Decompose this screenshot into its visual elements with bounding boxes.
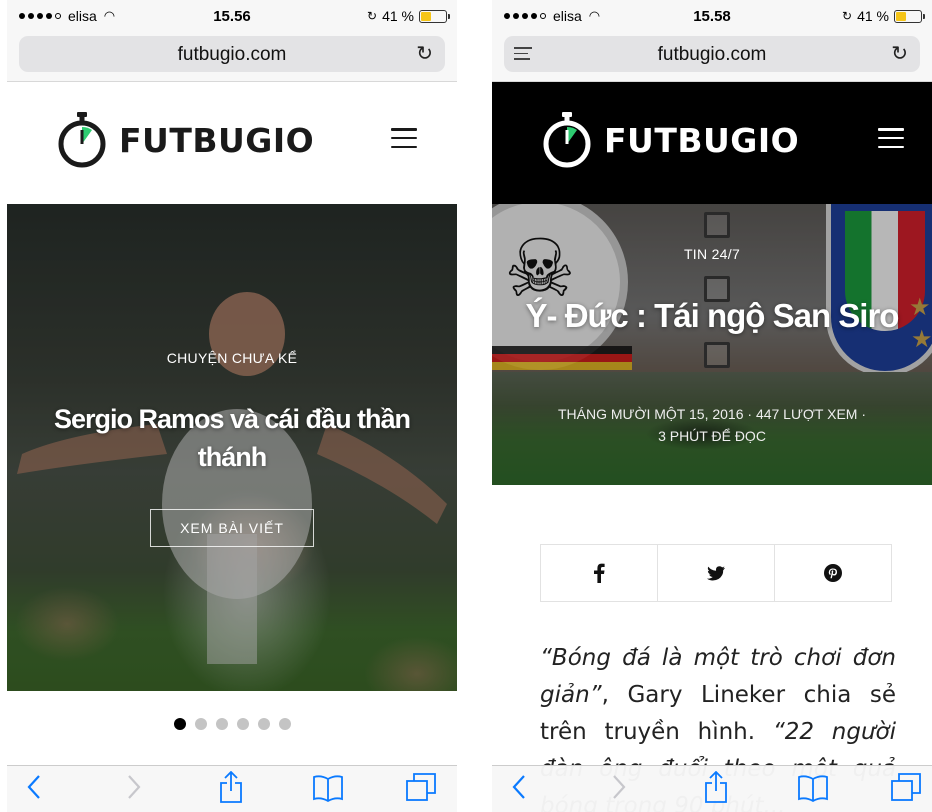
battery-percent: 41 %	[382, 8, 414, 24]
carousel-dot[interactable]	[257, 718, 270, 730]
tabs-icon	[406, 773, 436, 801]
menu-line	[878, 145, 904, 148]
article-category[interactable]: TIN 24/7	[492, 246, 932, 262]
address-bar[interactable]: futbugio.com ↻	[504, 36, 920, 72]
menu-line	[391, 136, 417, 140]
stopwatch-logo-icon	[543, 112, 591, 168]
forward-button[interactable]	[612, 774, 626, 800]
menu-line	[391, 128, 417, 131]
hamburger-menu-button[interactable]	[391, 128, 417, 148]
phone-screen-left: elisa ◠ 15.56 ↻ 41 % futbugio.com ↻ FUTB…	[7, 0, 457, 812]
site-logo[interactable]: FUTBUGIO	[540, 112, 799, 168]
rotation-lock-icon: ↻	[842, 9, 853, 23]
read-article-button[interactable]: XEM BÀI VIẾT	[150, 509, 314, 547]
image-placeholder-icon	[704, 342, 730, 368]
share-twitter-button[interactable]	[658, 545, 775, 601]
article-meta-line: 3 PHÚT ĐỂ ĐỌC	[658, 428, 766, 444]
book-icon	[313, 775, 343, 802]
chevron-left-icon	[27, 775, 40, 799]
menu-line	[878, 136, 904, 140]
back-button[interactable]	[27, 774, 41, 800]
address-url: futbugio.com	[177, 44, 287, 65]
browser-address-area: futbugio.com ↻	[7, 34, 457, 82]
status-bar: elisa ◠ 15.58 ↻ 41 %	[492, 0, 932, 34]
browser-address-area: futbugio.com ↻	[492, 34, 932, 82]
battery-percent: 41 %	[857, 8, 889, 24]
featured-slide[interactable]: CHUYỆN CHƯA KỂ Sergio Ramos và cái đầu t…	[7, 204, 457, 691]
facebook-icon	[594, 563, 605, 583]
article-meta-line: THÁNG MƯỜI MỘT 15, 2016 · 447 LƯỢT XEM ·	[557, 406, 867, 422]
status-bar: elisa ◠ 15.56 ↻ 41 %	[7, 0, 457, 34]
article-title: Ý- Đức : Tái ngộ San Siro	[525, 297, 900, 334]
address-url: futbugio.com	[657, 44, 767, 65]
tabs-icon	[891, 773, 921, 801]
hamburger-menu-button[interactable]	[878, 128, 904, 148]
bookmarks-button[interactable]	[797, 774, 829, 802]
site-header: FUTBUGIO	[492, 82, 932, 204]
share-icon	[705, 771, 727, 803]
article-meta: THÁNG MƯỜI MỘT 15, 2016 · 447 LƯỢT XEM ·…	[512, 403, 912, 447]
back-button[interactable]	[512, 774, 526, 800]
rotation-lock-icon: ↻	[367, 9, 378, 23]
carousel-dot[interactable]	[173, 718, 186, 730]
slide-category[interactable]: CHUYỆN CHƯA KỂ	[7, 350, 457, 366]
share-icon	[220, 771, 242, 803]
forward-button[interactable]	[127, 774, 141, 800]
phone-screen-right: elisa ◠ 15.58 ↻ 41 % futbugio.com ↻ FUTB…	[492, 0, 932, 812]
article-hero: ☠ ★ ★ TIN 24/7 Ý- Đức : Tái ngộ San Siro…	[492, 204, 932, 485]
battery-icon	[894, 9, 925, 23]
reload-icon[interactable]: ↻	[891, 41, 908, 66]
tabs-button[interactable]	[890, 772, 922, 802]
logo-wordmark: FUTBUGIO	[604, 120, 800, 160]
address-bar[interactable]: futbugio.com ↻	[19, 36, 445, 72]
status-right: ↻ 41 %	[367, 8, 450, 24]
share-button[interactable]	[704, 771, 728, 803]
battery-fill	[896, 11, 906, 21]
carousel-dot[interactable]	[215, 718, 228, 730]
carousel-dot[interactable]	[278, 718, 291, 730]
battery-icon	[419, 9, 450, 23]
chevron-left-icon	[512, 775, 525, 799]
reload-icon[interactable]: ↻	[416, 41, 433, 66]
menu-line	[878, 128, 904, 131]
image-placeholder-icon	[704, 212, 730, 238]
share-button[interactable]	[219, 771, 243, 803]
twitter-icon	[707, 565, 725, 580]
site-header: FUTBUGIO	[7, 82, 457, 204]
battery-fill	[421, 11, 431, 21]
share-bar	[540, 544, 892, 602]
logo-wordmark: FUTBUGIO	[119, 120, 315, 160]
status-right: ↻ 41 %	[842, 8, 925, 24]
carousel-pagination	[7, 718, 457, 730]
carousel-dot[interactable]	[236, 718, 249, 730]
chevron-right-icon	[128, 775, 141, 799]
book-icon	[798, 775, 828, 802]
chevron-right-icon	[613, 775, 626, 799]
browser-toolbar	[492, 765, 932, 812]
stopwatch-logo-icon	[58, 112, 106, 168]
share-pinterest-button[interactable]	[775, 545, 891, 601]
pinterest-icon	[824, 564, 842, 582]
browser-toolbar	[7, 765, 457, 812]
slide-title[interactable]: Sergio Ramos và cái đầu thần thánh	[27, 400, 437, 476]
site-logo[interactable]: FUTBUGIO	[55, 112, 314, 168]
bookmarks-button[interactable]	[312, 774, 344, 802]
tabs-button[interactable]	[405, 772, 437, 802]
share-facebook-button[interactable]	[541, 545, 658, 601]
carousel-dot[interactable]	[194, 718, 207, 730]
menu-line	[391, 145, 417, 148]
